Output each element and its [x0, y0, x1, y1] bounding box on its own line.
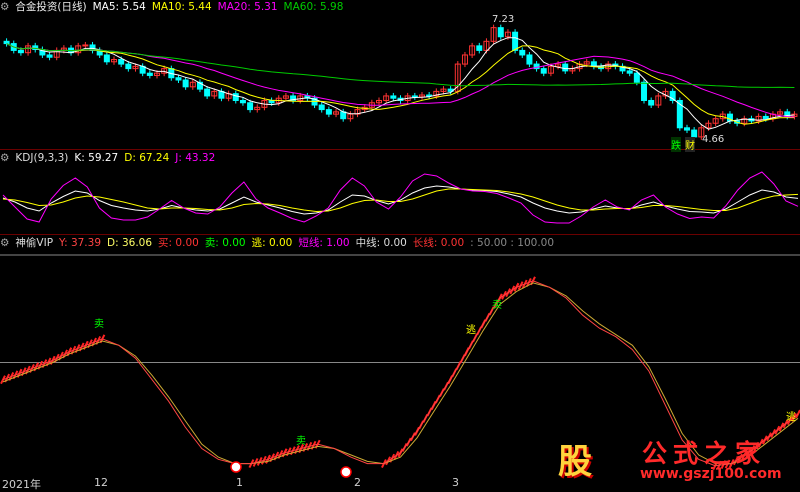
buy-signal-marker [230, 461, 242, 473]
candle-body [626, 70, 633, 74]
sell-signal: 卖 [94, 319, 104, 330]
candle-body [247, 102, 254, 111]
candle-body [125, 63, 132, 70]
candle-body [232, 93, 239, 101]
buy-signal-marker [340, 466, 352, 478]
x-tick-label: 12 [94, 476, 108, 489]
candle-body [325, 109, 332, 115]
escape-signal: 逃 [466, 325, 476, 336]
candle-body [512, 31, 519, 51]
candle-body [519, 49, 526, 56]
candle-body [340, 111, 347, 120]
candle-body [411, 95, 418, 98]
candle-body [146, 72, 153, 76]
candle-body [390, 95, 397, 99]
fall-badge: 跌 [671, 137, 681, 152]
sell-signal: 卖 [492, 300, 502, 311]
watermark: 股 公式之家 www.gszj100.com [556, 430, 792, 486]
candle-body [691, 129, 698, 138]
candle-body [175, 77, 182, 81]
candle-body [590, 61, 597, 67]
ma60-line [6, 43, 795, 88]
high-price-label: 7.23 [492, 14, 515, 25]
kdj-k-line [2, 185, 799, 215]
candle-body [476, 45, 483, 51]
candle-body [46, 54, 53, 58]
candle-body [318, 104, 325, 111]
watermark-title: 公式之家 [642, 439, 767, 468]
candle-body [239, 99, 246, 104]
candle-body [683, 127, 690, 131]
x-tick-label: 3 [452, 476, 459, 489]
candle-body [641, 81, 648, 101]
candle-body [182, 79, 189, 88]
candle-body [762, 115, 769, 120]
watermark-logo: 股 [558, 442, 592, 482]
candle-body [540, 68, 547, 74]
candle-body [82, 44, 89, 47]
candle-body [497, 27, 504, 38]
x-tick-label: 2 [354, 476, 361, 489]
wealth-badge: 财 [685, 137, 695, 152]
sell-signal: 卖 [296, 436, 306, 447]
candle-body [17, 49, 24, 54]
candle-body [648, 99, 655, 106]
candle-body [633, 72, 640, 83]
candle-body [3, 40, 10, 45]
candle-body [526, 54, 533, 65]
chart-canvas[interactable] [0, 0, 800, 490]
candle-body [204, 88, 211, 97]
watermark-url: www.gszj100.com [640, 466, 782, 482]
candle-body [562, 63, 569, 72]
escape-signal: 逃 [786, 412, 796, 423]
candle-body [118, 59, 125, 65]
kdj-j-line [2, 171, 799, 224]
x-tick-label: 1 [236, 476, 243, 489]
low-price-label: 4.66 [702, 134, 725, 145]
candle-body [103, 54, 110, 63]
